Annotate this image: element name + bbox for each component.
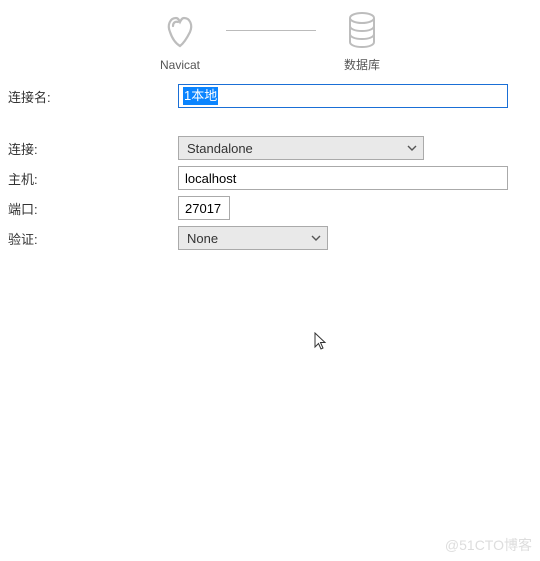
auth-label: 验证: [8, 229, 178, 248]
connection-name-label: 连接名: [8, 87, 178, 106]
cursor-icon [314, 332, 330, 355]
navicat-label: Navicat [160, 58, 200, 72]
host-label: 主机: [8, 169, 178, 188]
auth-value: None [187, 231, 218, 246]
chevron-down-icon [311, 233, 321, 243]
connector-line [226, 30, 316, 31]
port-input[interactable] [178, 196, 230, 220]
watermark: @51CTO博客 [445, 535, 532, 555]
chevron-down-icon [407, 143, 417, 153]
navicat-icon [158, 10, 202, 54]
database-icon [340, 8, 384, 52]
database-block: 数据库 [322, 8, 402, 73]
connection-type-select[interactable]: Standalone [178, 136, 424, 160]
port-label: 端口: [8, 199, 178, 218]
connection-form: 连接名: 1本地 连接: Standalone 主机: 端口: 验证: None [0, 83, 540, 251]
navicat-block: Navicat [140, 10, 220, 72]
auth-select[interactable]: None [178, 226, 328, 250]
host-input[interactable] [178, 166, 508, 190]
connection-type-value: Standalone [187, 141, 253, 156]
connection-name-input[interactable]: 1本地 [178, 84, 508, 108]
connection-type-label: 连接: [8, 139, 178, 158]
database-label: 数据库 [344, 56, 380, 73]
connection-diagram: Navicat 数据库 [0, 0, 540, 83]
connection-name-value: 1本地 [183, 87, 218, 105]
